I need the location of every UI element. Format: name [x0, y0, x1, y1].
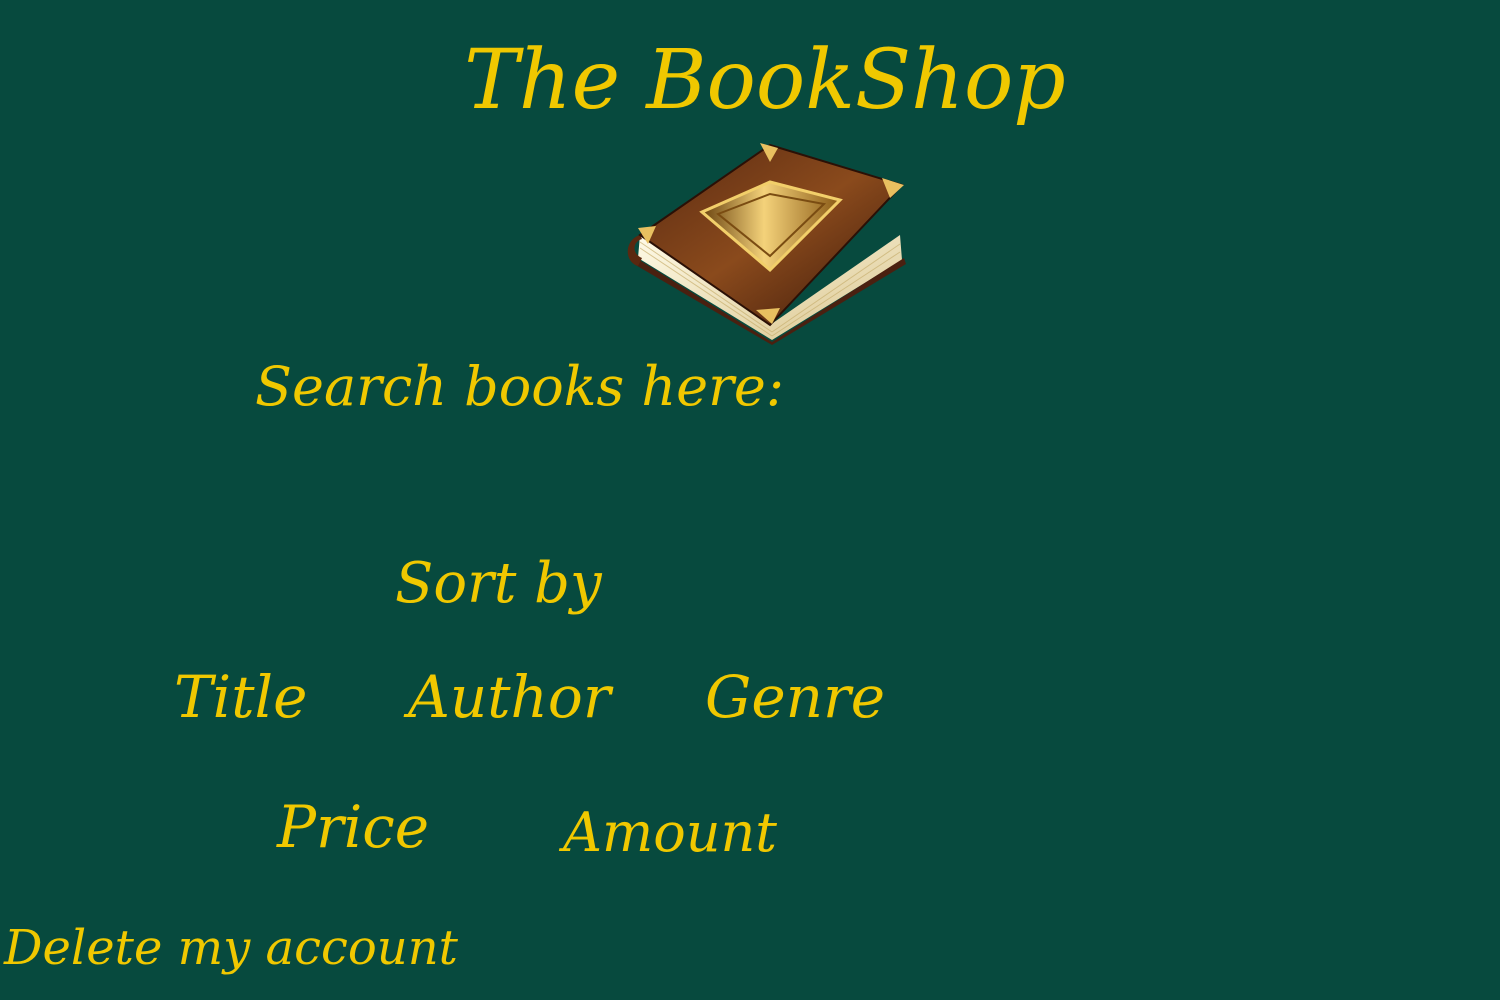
- delete-account-link[interactable]: Delete my account: [4, 924, 458, 972]
- sort-option-title[interactable]: Title: [174, 668, 307, 726]
- sort-option-genre[interactable]: Genre: [705, 668, 885, 726]
- sort-option-author[interactable]: Author: [408, 668, 611, 726]
- search-label: Search books here:: [255, 355, 785, 418]
- sort-option-price[interactable]: Price: [277, 798, 429, 856]
- page-title: The BookShop: [464, 33, 1066, 128]
- sort-option-amount[interactable]: Amount: [563, 806, 777, 860]
- sort-by-label: Sort by: [395, 551, 602, 616]
- book-logo-icon: [627, 143, 906, 345]
